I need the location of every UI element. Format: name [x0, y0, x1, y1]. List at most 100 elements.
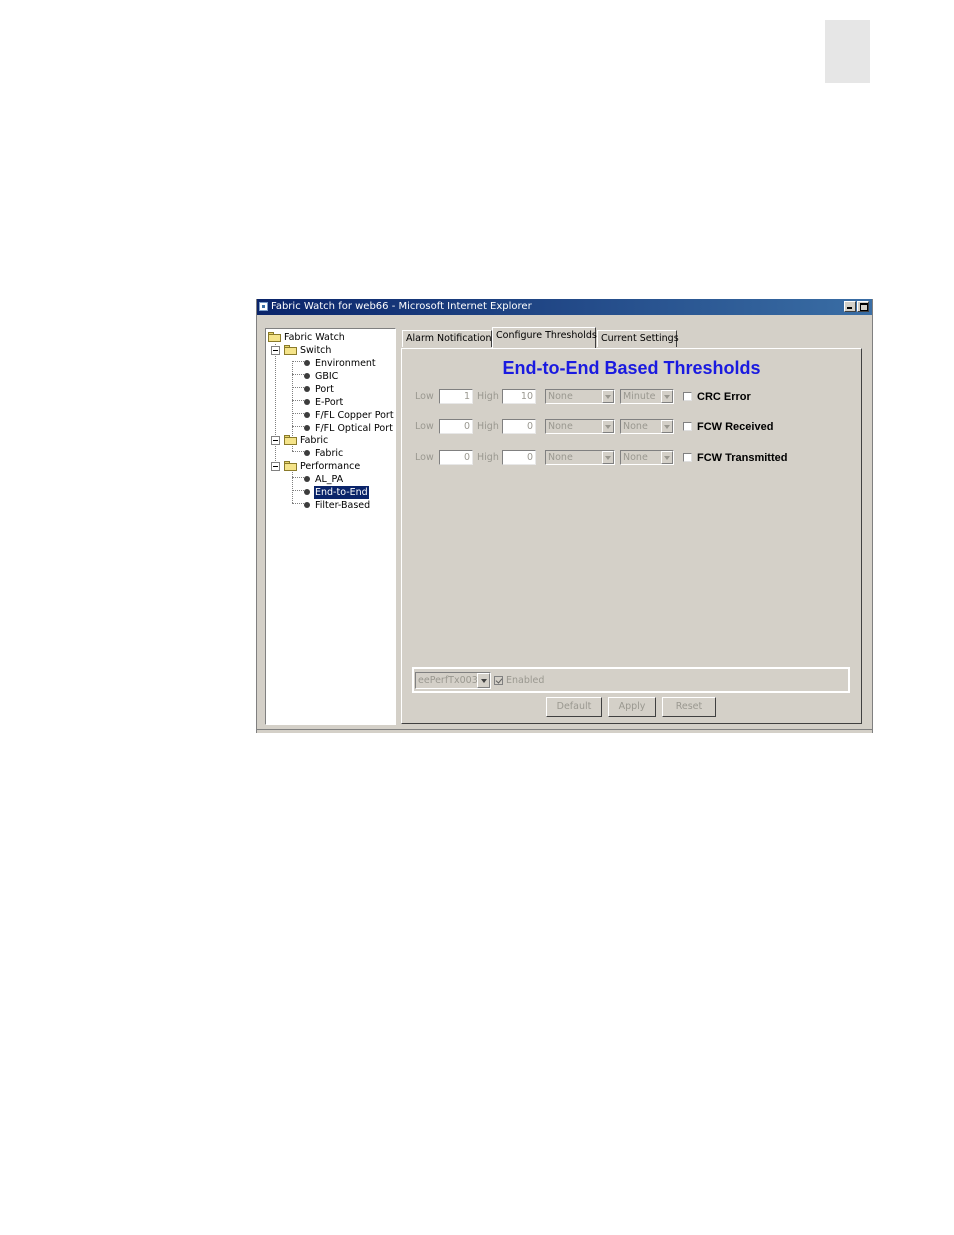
time-base-value: None: [623, 452, 648, 463]
tab-label: Alarm Notifications: [406, 333, 497, 344]
tree-item-label: Fabric: [315, 448, 344, 459]
reset-button[interactable]: Reset: [662, 697, 716, 717]
fcw-received-checkbox[interactable]: [683, 422, 692, 431]
panel-title: End-to-End Based Thresholds: [502, 358, 761, 378]
low-label: Low: [415, 452, 434, 463]
tree-connector: [292, 490, 304, 491]
button-label: Default: [556, 701, 592, 712]
low-input[interactable]: 0: [439, 450, 473, 465]
chevron-down-icon[interactable]: [477, 673, 490, 688]
sensor-group: eePerfTx003 Enabled: [412, 667, 850, 693]
time-base-value: None: [623, 421, 648, 432]
tree-item-label: Filter-Based: [315, 500, 371, 511]
tab-current-settings[interactable]: Current Settings: [597, 330, 679, 347]
enabled-checkbox[interactable]: [494, 676, 503, 685]
bullet-icon: [304, 412, 310, 418]
chevron-down-icon[interactable]: [602, 420, 614, 433]
tab-label: Configure Thresholds: [496, 330, 597, 341]
bullet-icon: [304, 502, 310, 508]
sensor-select[interactable]: eePerfTx003: [415, 672, 491, 689]
tree-connector: [292, 413, 304, 414]
button-label: Reset: [675, 701, 703, 712]
chevron-down-icon[interactable]: [661, 420, 673, 433]
unit-select[interactable]: None: [545, 389, 615, 404]
browser-window: Fabric Watch for web66 - Microsoft Inter…: [256, 299, 873, 733]
tree-item-label: Environment: [315, 358, 376, 369]
unit-select[interactable]: None: [545, 419, 615, 434]
button-label: Apply: [618, 701, 646, 712]
high-input[interactable]: 0: [502, 450, 536, 465]
chevron-down-icon[interactable]: [661, 451, 673, 464]
minimize-button[interactable]: [844, 301, 856, 312]
ie-icon: [259, 302, 268, 311]
chevron-down-icon[interactable]: [602, 390, 614, 403]
tree-connector: [292, 477, 304, 478]
bullet-icon: [304, 425, 310, 431]
status-bar: [257, 729, 872, 733]
unit-select[interactable]: None: [545, 450, 615, 465]
folder-open-icon: [284, 345, 297, 355]
maximize-button[interactable]: [857, 301, 869, 312]
sensor-value: eePerfTx003: [418, 675, 478, 686]
bullet-icon: [304, 373, 310, 379]
high-input[interactable]: 0: [502, 419, 536, 434]
tree-item-label: Switch: [300, 345, 332, 356]
tree-item-label: F/FL Copper Port: [315, 410, 394, 421]
crc-error-checkbox[interactable]: [683, 392, 692, 401]
collapse-icon[interactable]: [271, 462, 280, 471]
collapse-icon[interactable]: [271, 346, 280, 355]
bullet-icon: [304, 476, 310, 482]
tree-connector: [292, 451, 304, 452]
time-base-select[interactable]: Minute: [620, 389, 674, 404]
enabled-label: Enabled: [506, 675, 545, 686]
bullet-icon: [304, 399, 310, 405]
folder-open-icon: [284, 461, 297, 471]
chevron-down-icon[interactable]: [602, 451, 614, 464]
tree-connector: [292, 361, 304, 362]
time-base-select[interactable]: None: [620, 450, 674, 465]
unit-value: None: [548, 391, 573, 402]
bullet-icon: [304, 360, 310, 366]
window-content: Fabric Watch Switch Environment GBIC Por…: [257, 315, 872, 733]
tree-item-label: End-to-End: [314, 486, 369, 499]
navigation-tree: Fabric Watch Switch Environment GBIC Por…: [265, 328, 396, 725]
tree-item-label: E-Port: [315, 397, 344, 408]
fcw-received-label: FCW Received: [697, 421, 774, 433]
fcw-transmitted-label: FCW Transmitted: [697, 452, 788, 464]
tree-connector: [292, 387, 304, 388]
tab-configure-thresholds[interactable]: Configure Thresholds: [492, 327, 597, 348]
window-title: Fabric Watch for web66 - Microsoft Inter…: [271, 301, 532, 312]
folder-open-icon: [284, 435, 297, 445]
tree-item-label: Port: [315, 384, 334, 395]
low-input[interactable]: 1: [439, 389, 473, 404]
tree-item-label: Fabric: [300, 435, 329, 446]
default-button[interactable]: Default: [546, 697, 602, 717]
high-label: High: [477, 421, 499, 432]
collapse-icon[interactable]: [271, 436, 280, 445]
tree-connector: [292, 503, 304, 504]
configure-thresholds-panel: End-to-End Based Thresholds Low 1 High 1…: [401, 348, 862, 724]
page-corner-tab: [825, 20, 870, 83]
chevron-down-icon[interactable]: [661, 390, 673, 403]
tree-connector: [292, 400, 304, 401]
apply-button[interactable]: Apply: [608, 697, 656, 717]
tree-item-label: GBIC: [315, 371, 339, 382]
tree-item-label: Performance: [300, 461, 361, 472]
fcw-transmitted-checkbox[interactable]: [683, 453, 692, 462]
tree-item-label: Fabric Watch: [284, 332, 345, 343]
time-base-value: Minute: [623, 391, 656, 402]
window-titlebar: Fabric Watch for web66 - Microsoft Inter…: [257, 299, 872, 315]
unit-value: None: [548, 421, 573, 432]
low-label: Low: [415, 421, 434, 432]
folder-open-icon: [268, 332, 281, 342]
tree-item-label: AL_PA: [315, 474, 344, 485]
crc-error-label: CRC Error: [697, 391, 751, 403]
time-base-select[interactable]: None: [620, 419, 674, 434]
tree-connector: [292, 426, 304, 427]
tab-alarm-notifications[interactable]: Alarm Notifications: [402, 330, 496, 347]
high-input[interactable]: 10: [502, 389, 536, 404]
low-label: Low: [415, 391, 434, 402]
low-input[interactable]: 0: [439, 419, 473, 434]
tree-connector: [292, 374, 304, 375]
high-label: High: [477, 452, 499, 463]
